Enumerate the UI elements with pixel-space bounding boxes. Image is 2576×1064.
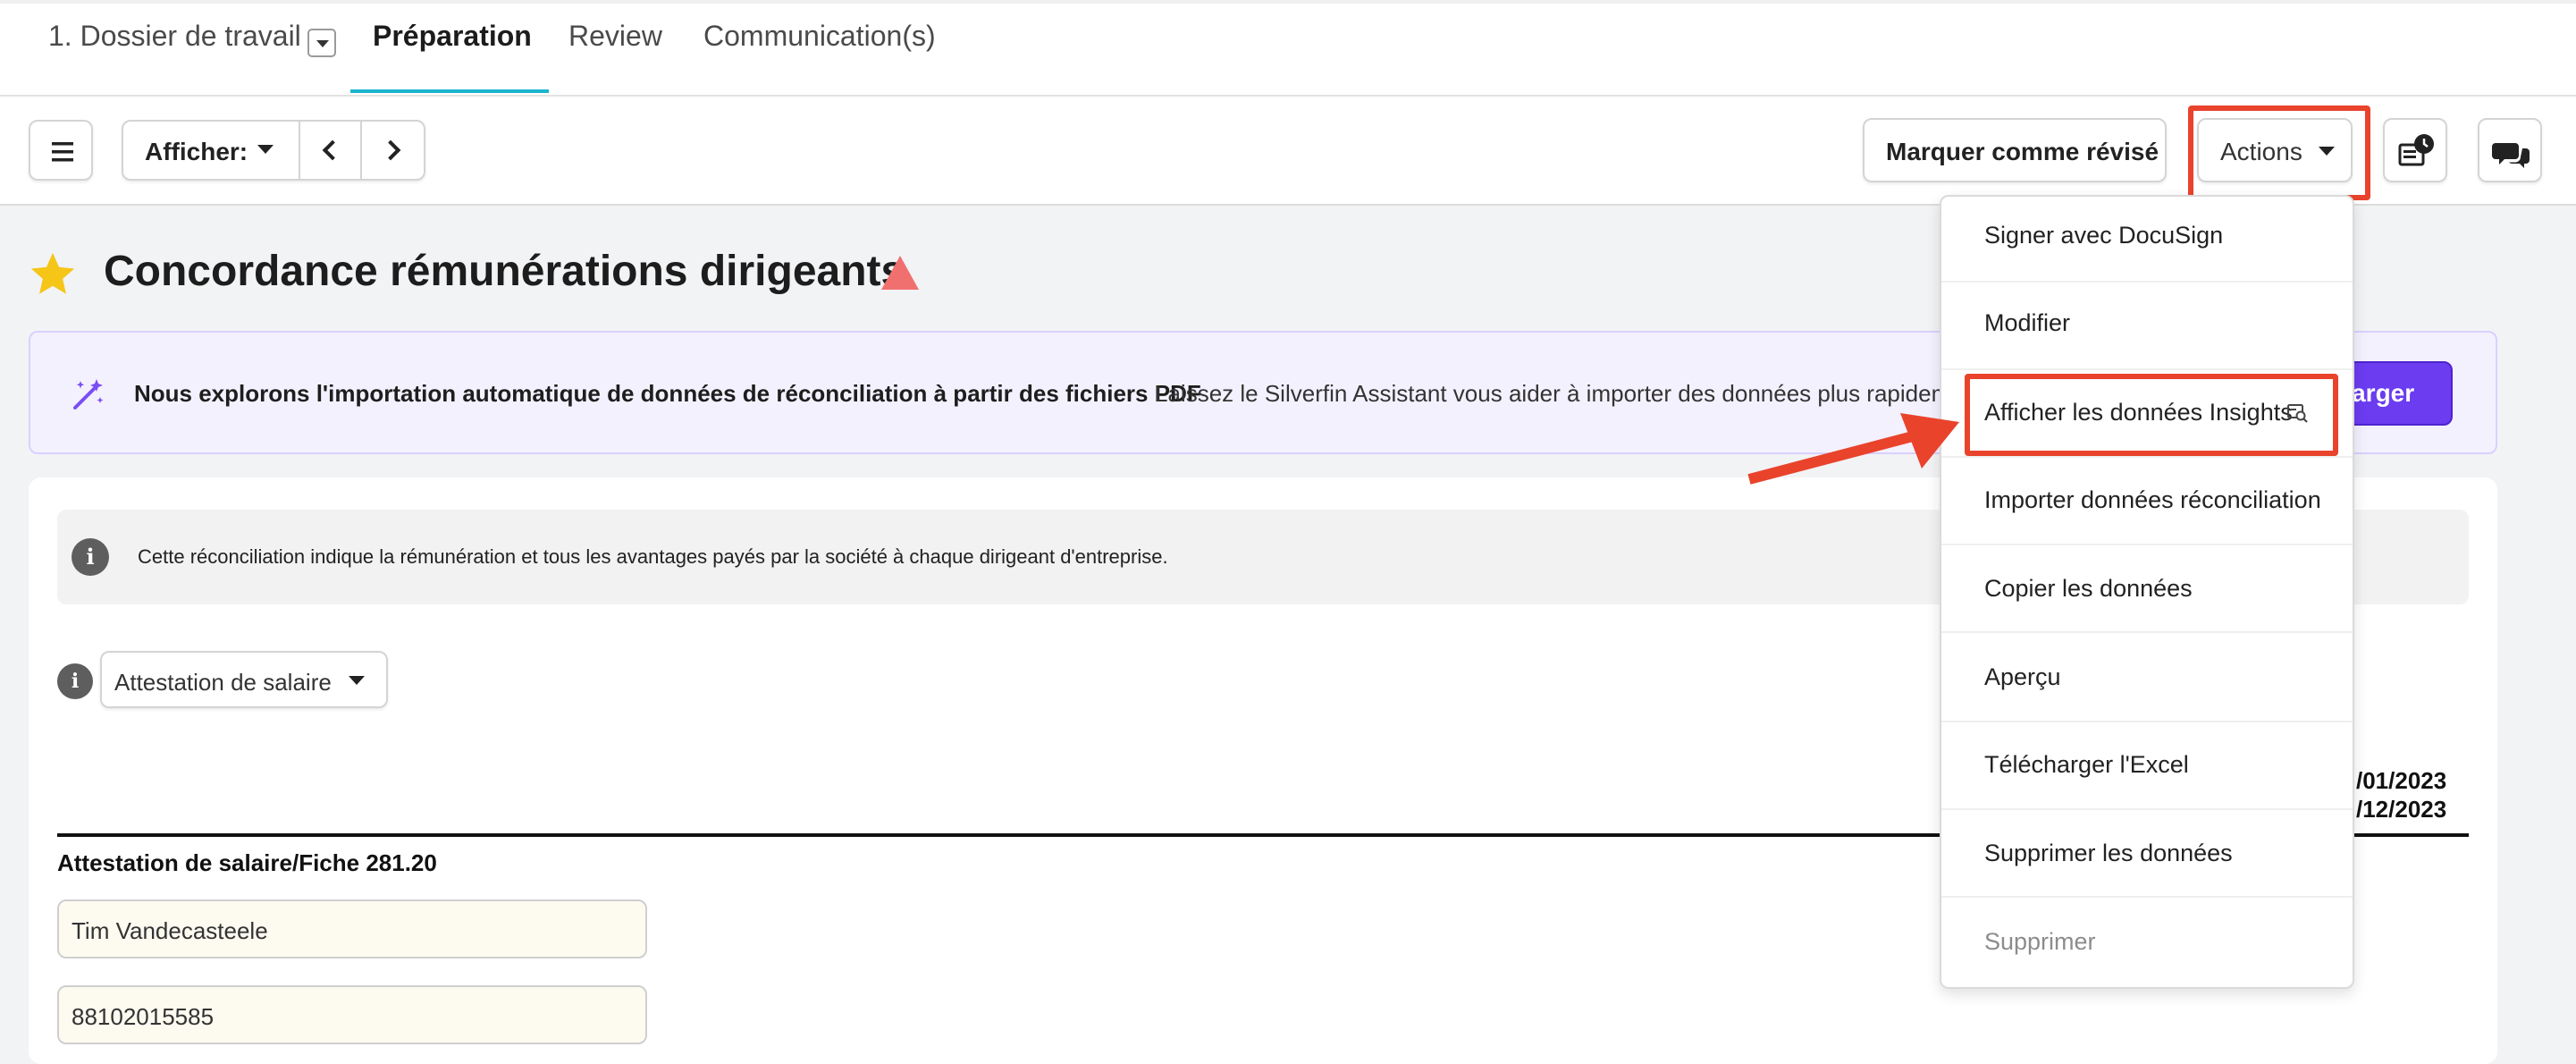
workfile-dropdown-button[interactable]	[307, 29, 336, 57]
warning-triangle-icon	[881, 256, 919, 290]
period-end-date: /12/2023	[2356, 796, 2447, 823]
actions-highlight-box	[2188, 106, 2370, 200]
tab-communication[interactable]: Communication(s)	[703, 20, 936, 53]
banner-heading: Nous explorons l'importation automatique…	[134, 380, 1201, 407]
menu-button[interactable]	[29, 120, 93, 181]
star-icon[interactable]	[27, 249, 79, 300]
banner-text: Laissez le Silverfin Assistant vous aide…	[1155, 380, 1983, 407]
menu-item-label: Aperçu	[1984, 663, 2061, 690]
chevron-right-icon	[380, 139, 401, 161]
document-type-value: Attestation de salaire	[114, 669, 332, 696]
page-title: Concordance rémunérations dirigeants	[104, 248, 905, 295]
tab-preparation[interactable]: Préparation	[373, 20, 532, 53]
annotation-arrow-icon	[1747, 413, 1959, 485]
chevron-left-icon	[322, 139, 343, 161]
history-button[interactable]	[2383, 118, 2447, 182]
info-text: Cette réconciliation indique la rémunéra…	[138, 545, 1168, 568]
menu-item-label: Supprimer les données	[1984, 840, 2233, 866]
insights-highlight-box	[1965, 374, 2338, 456]
show-dropdown[interactable]: Afficher:	[145, 138, 248, 166]
active-tab-indicator	[350, 89, 549, 93]
tab-review[interactable]: Review	[568, 20, 662, 53]
menu-item-label: Copier les données	[1984, 575, 2193, 602]
chevron-down-icon	[316, 40, 329, 47]
period-start-date: /01/2023	[2356, 767, 2447, 794]
next-button[interactable]	[362, 122, 425, 179]
info-icon[interactable]: i	[57, 663, 93, 699]
previous-button[interactable]	[300, 122, 359, 179]
comments-button[interactable]	[2478, 118, 2542, 182]
section-label: Attestation de salaire/Fiche 281.20	[57, 849, 437, 876]
caret-down-icon	[257, 145, 274, 154]
menu-item-label: Signer avec DocuSign	[1984, 222, 2224, 249]
caret-down-icon	[349, 676, 365, 685]
menu-item-label: Télécharger l'Excel	[1984, 751, 2189, 778]
tab-workfile[interactable]: 1. Dossier de travail	[48, 20, 301, 53]
mark-reviewed-label: Marquer comme révisé	[1886, 138, 2159, 165]
national-number-value: 88102015585	[72, 1003, 215, 1030]
menu-item-label: Importer données réconciliation	[1984, 486, 2321, 513]
magic-wand-icon	[73, 379, 104, 410]
mark-reviewed-button[interactable]: Marquer comme révisé	[1863, 118, 2167, 182]
director-name-value: Tim Vandecasteele	[72, 917, 268, 944]
chat-bubbles-icon	[2492, 143, 2530, 168]
menu-item-label: Supprimer	[1984, 928, 2096, 955]
menu-item-label: Modifier	[1984, 309, 2071, 336]
hamburger-icon	[52, 142, 73, 162]
document-clock-icon	[2398, 134, 2434, 166]
info-icon: i	[72, 538, 109, 576]
